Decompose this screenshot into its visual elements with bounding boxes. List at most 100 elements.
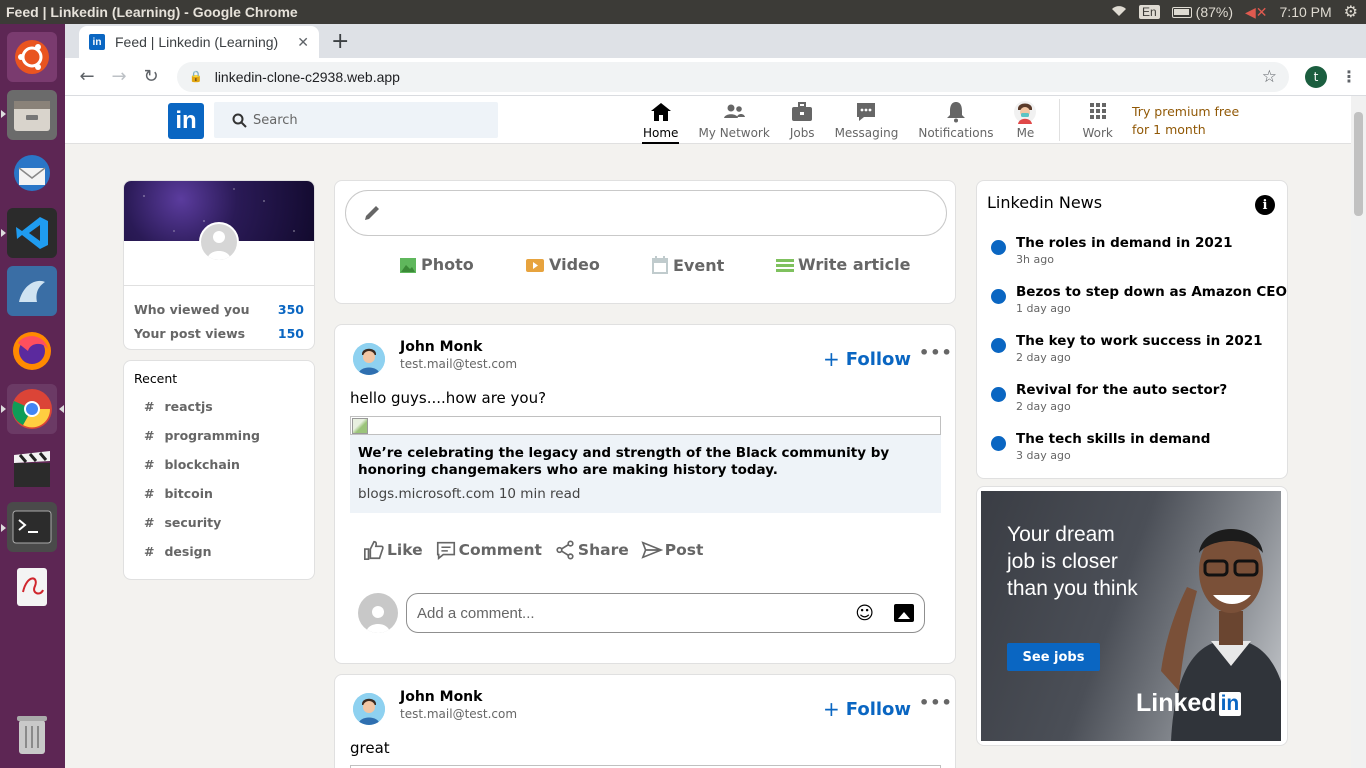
url-text[interactable]: linkedin-clone-c2938.web.app — [215, 69, 400, 85]
new-tab-button[interactable]: + — [331, 29, 349, 54]
send-button[interactable]: Post — [641, 539, 703, 561]
back-arrow-icon[interactable]: ← — [71, 66, 103, 87]
clapperboard-icon[interactable] — [7, 444, 57, 494]
linkedin-favicon-icon: in — [89, 34, 105, 50]
nav-my-network[interactable]: My Network — [688, 96, 779, 144]
composer-photo-label: Photo — [421, 255, 474, 274]
lock-icon[interactable]: 🔒 — [189, 70, 203, 83]
composer-event-button[interactable]: Event — [651, 255, 724, 275]
firefox-icon[interactable] — [7, 326, 57, 376]
post-text: hello guys....how are you? — [350, 389, 547, 407]
nav-home[interactable]: Home — [633, 96, 688, 144]
nav-me-label: Me — [1016, 126, 1035, 140]
browser-tab-active[interactable]: in Feed | Linkedin (Learning) ✕ — [79, 26, 319, 58]
search-input[interactable] — [253, 112, 473, 128]
profile-avatar[interactable] — [199, 222, 239, 262]
like-button[interactable]: Like — [363, 539, 423, 561]
battery-indicator[interactable]: (87%) — [1171, 4, 1233, 20]
nav-messaging-label: Messaging — [834, 126, 899, 140]
recent-item[interactable]: # bitcoin — [144, 486, 213, 501]
mysql-workbench-icon[interactable] — [7, 266, 57, 316]
post-image-broken[interactable] — [350, 416, 941, 435]
author-avatar-icon — [353, 693, 385, 725]
composer-input[interactable] — [394, 205, 934, 221]
follow-button[interactable]: + Follow — [823, 697, 911, 721]
forward-arrow-icon[interactable]: → — [103, 66, 135, 87]
recent-item[interactable]: # design — [144, 544, 211, 559]
composer-article-button[interactable]: Write article — [776, 255, 910, 274]
browser-menu-icon[interactable]: ⋮ — [1341, 67, 1357, 86]
recent-item[interactable]: # reactjs — [144, 399, 213, 414]
document-viewer-icon[interactable] — [7, 562, 57, 612]
volume-muted-icon[interactable]: ◀✕ — [1245, 4, 1268, 21]
nav-jobs[interactable]: Jobs — [780, 96, 825, 144]
trash-icon[interactable] — [7, 710, 57, 760]
more-options-icon[interactable]: ••• — [919, 693, 953, 712]
nav-messaging[interactable]: Messaging — [825, 96, 909, 144]
close-tab-icon[interactable]: ✕ — [297, 34, 309, 51]
scrollbar-thumb[interactable] — [1354, 112, 1363, 216]
nav-notifications[interactable]: Notifications — [908, 96, 1003, 144]
composer-photo-button[interactable]: Photo — [399, 255, 474, 274]
composer-article-label: Write article — [798, 255, 911, 274]
nav-me[interactable]: Me — [1003, 96, 1047, 144]
browser-profile-avatar[interactable]: t — [1305, 65, 1327, 88]
post-author-name[interactable]: John Monk — [400, 689, 482, 705]
composer-video-button[interactable]: Video — [525, 255, 600, 274]
comment-button[interactable]: Comment — [435, 539, 542, 561]
image-upload-icon[interactable] — [894, 604, 914, 622]
premium-line-1: Try premium free — [1132, 104, 1240, 119]
comment-label: Comment — [458, 541, 542, 559]
terminal-icon[interactable] — [7, 502, 57, 552]
system-tray: En (87%) ◀✕ 7:10 PM ⚙ — [1111, 2, 1366, 22]
nav-work-label: Work — [1082, 126, 1113, 140]
emoji-icon[interactable]: ☺ — [855, 603, 874, 624]
recent-item-label: security — [164, 515, 222, 530]
composer-input-box[interactable] — [345, 190, 947, 236]
post-author-avatar[interactable] — [353, 693, 385, 725]
stat-who-viewed[interactable]: Who viewed you 350 — [134, 302, 304, 317]
bookmark-star-icon[interactable]: ☆ — [1262, 67, 1277, 87]
news-headline: The roles in demand in 2021 — [1016, 235, 1233, 251]
chrome-icon[interactable] — [7, 384, 57, 434]
stat-post-views[interactable]: Your post views 150 — [134, 326, 304, 341]
page-scrollbar[interactable] — [1351, 96, 1366, 768]
comment-box[interactable]: ☺ — [406, 593, 925, 633]
recent-item[interactable]: # blockchain — [144, 457, 240, 472]
keyboard-language-indicator[interactable]: En — [1138, 5, 1160, 19]
thunderbird-icon[interactable] — [7, 148, 57, 198]
search-icon — [232, 113, 247, 128]
stat-label: Who viewed you — [134, 302, 250, 317]
more-options-icon[interactable]: ••• — [919, 343, 953, 362]
recent-title: Recent — [134, 371, 178, 386]
files-icon[interactable] — [7, 90, 57, 140]
recent-item-label: reactjs — [164, 399, 213, 414]
wifi-icon[interactable] — [1111, 4, 1127, 20]
recent-item[interactable]: # security — [144, 515, 221, 530]
post-author-avatar[interactable] — [353, 343, 385, 375]
comment-input[interactable] — [417, 604, 837, 622]
composer-video-label: Video — [549, 255, 600, 274]
post-author-name[interactable]: John Monk — [400, 339, 482, 355]
vscode-icon[interactable] — [7, 208, 57, 258]
recent-item[interactable]: # programming — [144, 428, 260, 443]
nav-my-network-label: My Network — [698, 126, 770, 140]
reload-icon[interactable]: ↻ — [135, 66, 167, 87]
settings-gear-icon[interactable]: ⚙ — [1344, 2, 1358, 22]
nav-work[interactable]: Work — [1072, 96, 1122, 144]
see-jobs-button[interactable]: See jobs — [1007, 643, 1100, 671]
wordmark-right: in — [1218, 691, 1242, 716]
ubuntu-dash-icon[interactable] — [7, 32, 57, 82]
post-author-email: test.mail@test.com — [400, 357, 518, 371]
linkedin-logo[interactable]: in — [168, 103, 204, 139]
address-bar[interactable]: 🔒 linkedin-clone-c2938.web.app ☆ — [177, 61, 1289, 92]
follow-button[interactable]: + Follow — [823, 347, 911, 371]
stat-label: Your post views — [134, 326, 246, 341]
jobs-ad-banner[interactable]: Your dream job is closer than you think … — [981, 491, 1281, 741]
post-link-preview[interactable]: We’re celebrating the legacy and strengt… — [350, 435, 941, 513]
info-icon[interactable]: i — [1255, 195, 1275, 215]
try-premium-link[interactable]: Try premium free for 1 month — [1132, 103, 1252, 139]
search-box[interactable] — [214, 102, 498, 138]
clock[interactable]: 7:10 PM — [1280, 4, 1332, 20]
share-button[interactable]: Share — [554, 539, 629, 561]
